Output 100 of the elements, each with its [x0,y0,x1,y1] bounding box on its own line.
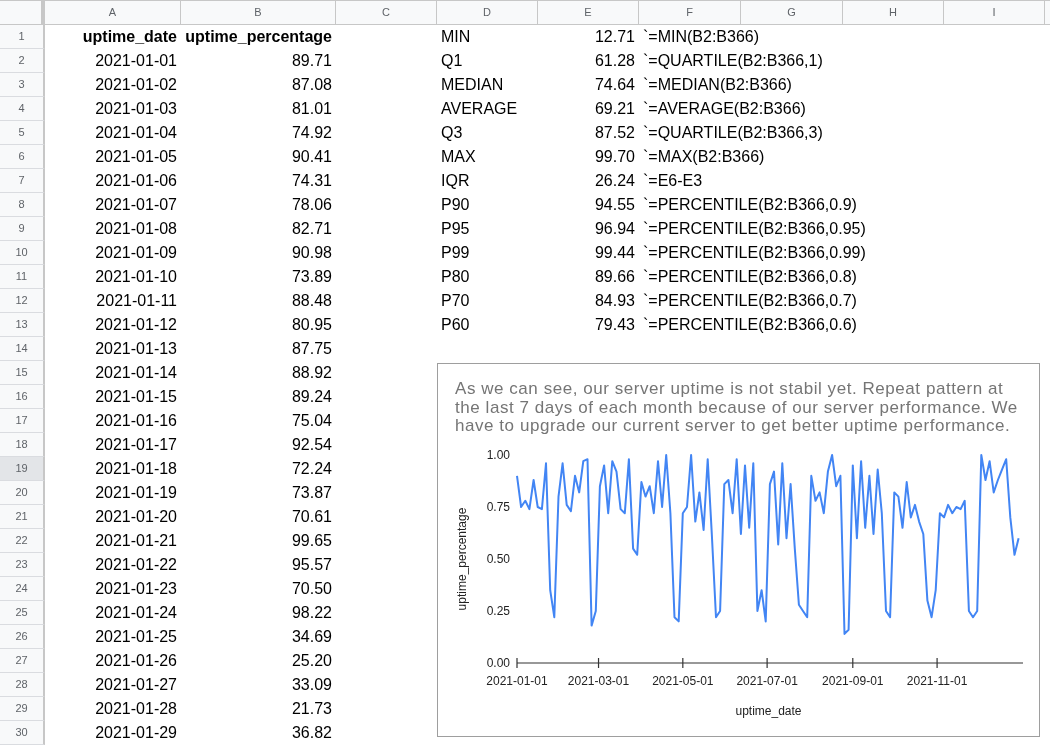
percentage-value: 73.89 [291,268,332,285]
date-text: 2021-01-15 [95,388,177,405]
row-header[interactable]: 18 [0,433,45,457]
stat-label: AVERAGE [441,100,518,117]
row-header[interactable]: 29 [0,697,45,721]
row-header[interactable]: 11 [0,265,45,289]
row-header[interactable]: 8 [0,193,45,217]
y-axis-label: uptime_percentage [455,507,469,610]
row-header[interactable]: 10 [0,241,45,265]
stat-value: 74.64 [594,76,635,93]
stat-value: 94.55 [594,196,635,213]
formula-text: `=AVERAGE(B2:B366) [643,100,806,117]
stat-label: MEDIAN [441,76,504,93]
row-header[interactable]: 14 [0,337,45,361]
stat-label: P60 [441,316,470,333]
date-text: 2021-01-07 [95,196,177,213]
formula-text: `=MEDIAN(B2:B366) [643,76,792,93]
percentage-value: 78.06 [291,196,332,213]
date-text: 2021-01-19 [95,484,177,501]
stat-value: 87.52 [594,124,635,141]
column-header[interactable]: I [944,1,1045,24]
row-header[interactable]: 13 [0,313,45,337]
date-text: 2021-01-17 [95,436,177,453]
row-header[interactable]: 5 [0,121,45,145]
x-axis-label: uptime_date [735,703,802,718]
column-header[interactable]: A [45,1,181,24]
x-tick-label: 2021-01-01 [486,673,548,688]
percentage-value: 33.09 [291,676,332,693]
row-header[interactable]: 17 [0,409,45,433]
row-header[interactable]: 27 [0,649,45,673]
date-text: 2021-01-02 [95,76,177,93]
row-header[interactable]: 3 [0,73,45,97]
row-header[interactable]: 24 [0,577,45,601]
row-header[interactable]: 12 [0,289,45,313]
row-header[interactable]: 26 [0,625,45,649]
formula-text: `=E6-E3 [643,172,703,189]
row-header[interactable]: 30 [0,721,45,745]
row-header[interactable]: 15 [0,361,45,385]
row-header[interactable]: 19 [0,457,45,481]
row-header[interactable]: 4 [0,97,45,121]
column-header[interactable]: E [538,1,639,24]
percentage-value: 75.04 [291,412,332,429]
percentage-value: 90.98 [291,244,332,261]
stat-value: 79.43 [594,316,635,333]
stat-value: 61.28 [594,52,635,69]
stat-label: Q1 [441,52,463,69]
stat-label: IQR [441,172,470,189]
date-text: 2021-01-01 [95,52,177,69]
stat-value: 89.66 [594,268,635,285]
column-header[interactable]: G [741,1,843,24]
formula-text: `=MAX(B2:B366) [643,148,765,165]
percentage-value: 21.73 [291,700,332,717]
date-text: 2021-01-16 [95,412,177,429]
column-header[interactable]: F [639,1,741,24]
column-header[interactable]: C [336,1,437,24]
date-text: 2021-01-12 [95,316,177,333]
stat-label: P99 [441,244,470,261]
row-header[interactable]: 6 [0,145,45,169]
x-tick-label: 2021-03-01 [567,673,630,688]
percentage-value: 74.31 [291,172,332,189]
chart-title: As we can see, our server uptime is not stabil yet. Repeat pattern at the last 7 days of each month because of our server performance. We have to upgrade our current server to get better uptime performance. [455,380,1019,436]
row-header[interactable]: 9 [0,217,45,241]
row-header[interactable]: 23 [0,553,45,577]
x-tick-label: 2021-05-01 [652,673,714,688]
formula-text: `=QUARTILE(B2:B366,3) [643,124,823,141]
row-header[interactable]: 22 [0,529,45,553]
row-header[interactable]: 28 [0,673,45,697]
stat-label: P90 [441,196,470,213]
percentage-value: 70.61 [291,508,332,525]
date-text: 2021-01-27 [95,676,177,693]
column-heading: uptime_percentage [185,28,332,45]
percentage-value: 36.82 [291,724,332,741]
row-header[interactable]: 16 [0,385,45,409]
column-header[interactable]: B [181,1,336,24]
percentage-value: 92.54 [291,436,332,453]
percentage-value: 89.24 [291,388,332,405]
date-text: 2021-01-24 [95,604,177,621]
date-text: 2021-01-28 [95,700,177,717]
row-header[interactable]: 21 [0,505,45,529]
date-text: 2021-01-22 [95,556,177,573]
row-header[interactable]: 7 [0,169,45,193]
percentage-value: 81.01 [291,100,332,117]
formula-text: `=PERCENTILE(B2:B366,0.8) [643,268,857,285]
column-header[interactable]: D [437,1,538,24]
row-header[interactable]: 1 [0,25,45,49]
date-text: 2021-01-13 [95,340,177,357]
row-header[interactable]: 2 [0,49,45,73]
row-header[interactable]: 20 [0,481,45,505]
percentage-value: 95.57 [291,556,332,573]
column-heading: uptime_date [82,28,177,45]
formula-text: `=PERCENTILE(B2:B366,0.6) [643,316,857,333]
percentage-value: 74.92 [291,124,332,141]
column-header[interactable]: H [843,1,944,24]
stat-label: MIN [441,28,471,45]
stat-value: 84.93 [594,292,635,309]
x-tick-label: 2021-07-01 [736,673,798,688]
date-text: 2021-01-25 [95,628,177,645]
stat-value: 26.24 [594,172,635,189]
stat-label: P95 [441,220,470,237]
row-header[interactable]: 25 [0,601,45,625]
